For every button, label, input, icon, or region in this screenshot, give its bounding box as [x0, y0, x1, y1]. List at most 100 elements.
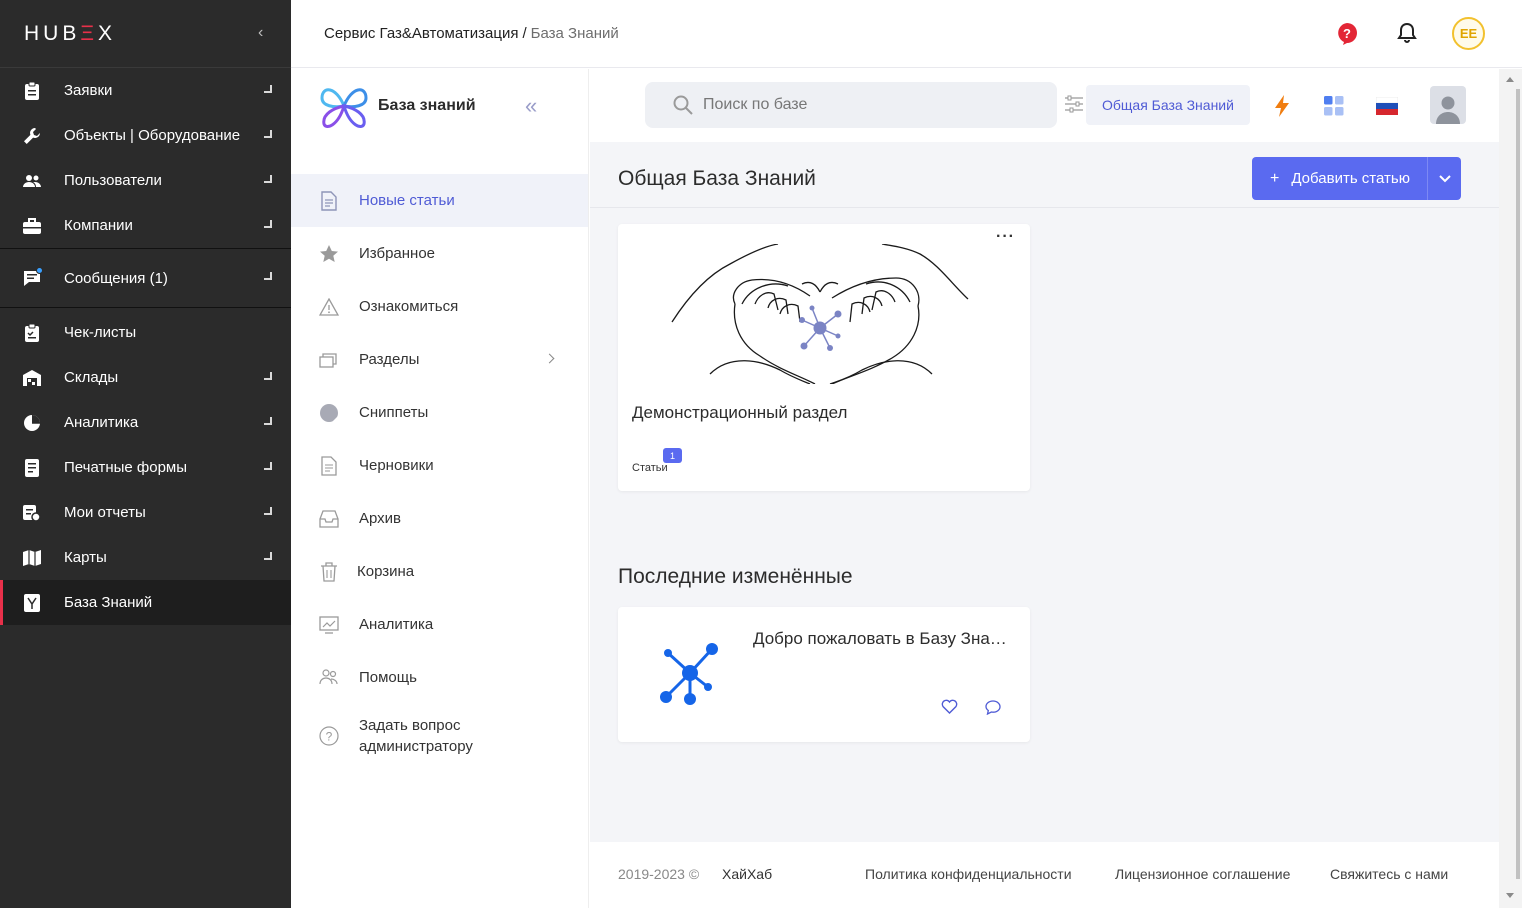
sidebar-item-objects[interactable]: Объекты | Оборудование — [0, 113, 291, 158]
sidebar-item-checklists[interactable]: Чек-листы — [0, 310, 291, 355]
print-form-icon — [22, 458, 42, 478]
sidebar-item-label: Чек-листы — [64, 324, 137, 341]
comment-icon[interactable] — [985, 700, 1001, 720]
kb-menu-label: Помощь — [359, 669, 417, 686]
add-article-main[interactable]: + Добавить статью — [1252, 157, 1428, 200]
notification-dot — [36, 267, 43, 274]
recent-article-title[interactable]: Добро пожаловать в Базу Знаний — [753, 629, 1008, 649]
sidebar-item-label: Компании — [64, 217, 133, 234]
kb-menu-label: Разделы — [359, 351, 420, 368]
sidebar-item-my-reports[interactable]: Мои отчеты — [0, 490, 291, 535]
main-sidebar: HUBΞX ‹ Заявки Объекты | Оборудование По… — [0, 0, 291, 908]
kb-menu-label: Архив — [359, 510, 402, 527]
contact-link[interactable]: Свяжитесь с нами — [1330, 866, 1448, 882]
profile-avatar[interactable] — [1430, 86, 1466, 124]
scroll-up-arrow-icon[interactable] — [1506, 77, 1514, 82]
license-agreement-link[interactable]: Лицензионное соглашение — [1115, 866, 1290, 882]
svg-text:?: ? — [326, 730, 333, 744]
kb-menu-favorites[interactable]: Избранное — [291, 227, 588, 280]
footer: 2019-2023 © ХайХаб Политика конфиденциал… — [590, 842, 1499, 908]
kb-menu-label: Задать вопрос администратору — [359, 717, 473, 755]
sidebar-item-label: Сообщения (1) — [64, 269, 168, 287]
sidebar-item-print-forms[interactable]: Печатные формы — [0, 445, 291, 490]
sidebar-item-label: Мои отчеты — [64, 504, 146, 521]
expand-caret-icon — [264, 220, 272, 228]
kb-title: База знаний — [378, 97, 476, 114]
expand-caret-icon — [264, 552, 272, 560]
kb-menu-label: Черновики — [359, 457, 434, 474]
scroll-down-arrow-icon[interactable] — [1506, 893, 1514, 898]
search-input[interactable]: Поиск по базе — [645, 82, 1057, 128]
add-article-dropdown[interactable] — [1428, 174, 1461, 183]
sidebar-divider — [0, 307, 291, 308]
lightning-icon[interactable] — [1274, 95, 1290, 122]
sidebar-item-label: Склады — [64, 369, 119, 386]
hubex-logo[interactable]: HUBΞX — [24, 22, 116, 46]
section-card-title[interactable]: Демонстрационный раздел — [632, 403, 847, 423]
add-article-button[interactable]: + Добавить статью — [1252, 157, 1461, 200]
kb-menu-drafts[interactable]: Черновики — [291, 439, 588, 492]
kb-menu-label: Сниппеты — [359, 404, 429, 421]
kb-menu-snippets[interactable]: Сниппеты — [291, 386, 588, 439]
section-card-meta-label: Статьи — [632, 462, 668, 474]
kb-menu-label: Избранное — [359, 245, 436, 262]
kb-menu-trash[interactable]: Корзина — [291, 545, 588, 598]
articles-count-badge: 1 — [663, 448, 682, 463]
header-divider — [590, 207, 1499, 208]
kb-logo-icon — [318, 80, 370, 137]
kb-menu-new-articles[interactable]: Новые статьи — [291, 174, 588, 227]
footer-copyright: 2019-2023 © — [618, 866, 700, 882]
network-icon — [658, 641, 722, 712]
footer-brand[interactable]: ХайХаб — [722, 866, 772, 882]
page-scrollbar[interactable] — [1499, 69, 1522, 908]
logo-bar: HUBΞX ‹ — [0, 0, 291, 68]
sidebar-item-requests[interactable]: Заявки — [0, 68, 291, 113]
sidebar-item-maps[interactable]: Карты — [0, 535, 291, 580]
recent-article-card[interactable]: Добро пожаловать в Базу Знаний — [618, 607, 1030, 742]
filter-icon[interactable] — [1064, 95, 1084, 118]
section-card[interactable]: ··· Демонстрационный раздел Статьи 1 — [618, 224, 1030, 491]
sidebar-item-messages[interactable]: Сообщения (1) — [0, 249, 291, 307]
warehouse-icon — [22, 368, 42, 388]
more-options-icon[interactable]: ··· — [996, 228, 1015, 246]
checklist-icon — [22, 323, 42, 343]
clipboard-icon — [22, 81, 42, 101]
heart-icon[interactable] — [941, 699, 958, 719]
kb-menu-analytics[interactable]: Аналитика — [291, 598, 588, 651]
sidebar-item-analytics[interactable]: Аналитика — [0, 400, 291, 445]
kb-menu-acknowledge[interactable]: Ознакомиться — [291, 280, 588, 333]
expand-caret-icon — [264, 462, 272, 470]
bell-icon[interactable] — [1397, 22, 1417, 49]
kb-collapse-icon[interactable]: « — [525, 93, 537, 119]
search-icon — [673, 95, 693, 115]
breadcrumb-org[interactable]: Сервис Газ&Автоматизация — [324, 25, 518, 42]
sidebar-item-users[interactable]: Пользователи — [0, 158, 291, 203]
kb-menu-label: Аналитика — [359, 616, 434, 633]
kb-menu-ask-admin[interactable]: ? Задать вопрос администратору — [291, 704, 588, 768]
knowledge-base-icon — [22, 593, 42, 613]
kb-menu-sections[interactable]: Разделы — [291, 333, 588, 386]
expand-caret-icon — [264, 175, 272, 183]
sidebar-item-knowledge-base[interactable]: База Знаний — [0, 580, 291, 625]
apps-grid-icon[interactable] — [1324, 96, 1344, 121]
russian-flag-icon[interactable] — [1375, 96, 1399, 120]
sections-icon — [318, 349, 340, 371]
top-header: Сервис Газ&Автоматизация / База Знаний ? E… — [291, 0, 1522, 68]
sidebar-item-label: Объекты | Оборудование — [64, 127, 241, 144]
sidebar-item-warehouses[interactable]: Склады — [0, 355, 291, 400]
kb-menu-label: Новые статьи — [359, 192, 455, 209]
user-avatar[interactable]: EE — [1452, 17, 1485, 50]
chevron-right-icon — [544, 353, 555, 364]
svg-text:?: ? — [1343, 26, 1351, 41]
kb-menu-archive[interactable]: Архив — [291, 492, 588, 545]
help-people-icon — [318, 667, 340, 689]
kb-selector-chip[interactable]: Общая База Знаний — [1086, 85, 1250, 125]
scrollbar-thumb[interactable] — [1516, 89, 1520, 879]
help-icon[interactable]: ? — [1337, 23, 1357, 50]
kb-menu-help[interactable]: Помощь — [291, 651, 588, 704]
sidebar-collapse-icon[interactable]: ‹ — [258, 24, 263, 42]
sidebar-item-companies[interactable]: Компании — [0, 203, 291, 248]
kb-menu-label: Корзина — [357, 563, 415, 580]
kb-menu-label: Ознакомиться — [359, 298, 459, 315]
privacy-policy-link[interactable]: Политика конфиденциальности — [865, 866, 1072, 882]
